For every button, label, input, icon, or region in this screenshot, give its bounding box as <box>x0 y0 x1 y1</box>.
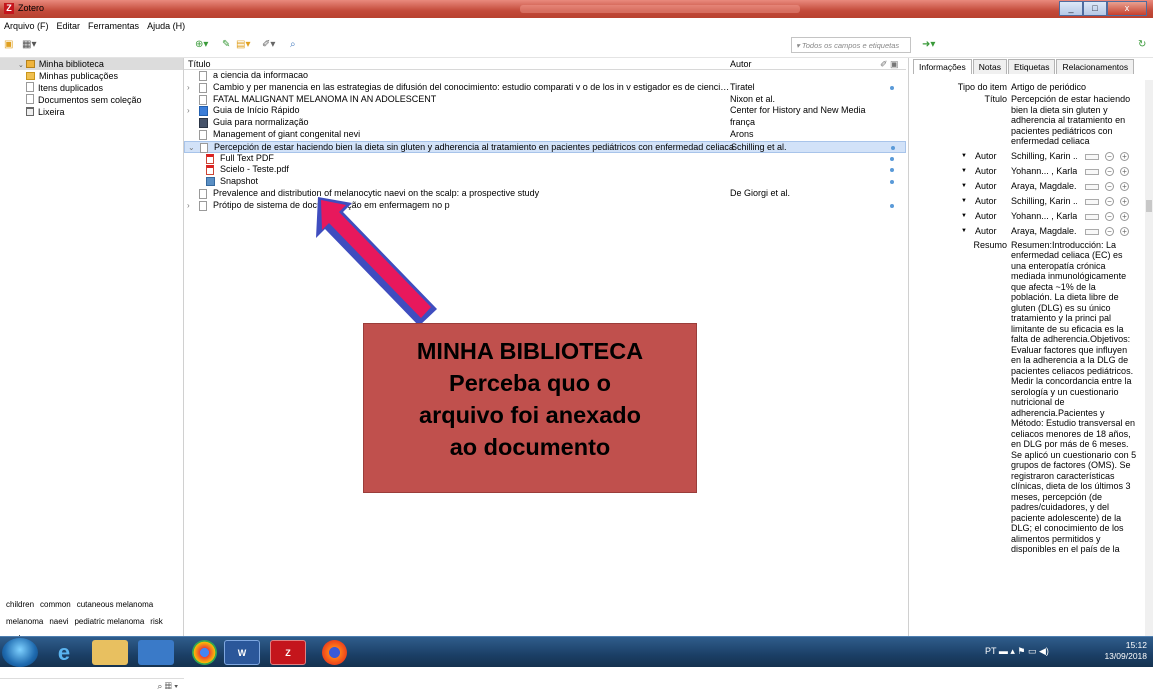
callout-line-1: MINHA BIBLIOTECA <box>416 338 644 364</box>
word-icon[interactable]: W <box>224 640 260 665</box>
file-explorer-icon[interactable] <box>92 640 128 665</box>
taskbar: e W Z PT ▬ ▴ ⚑ ▭ ◀) 15:12 13/09/2018 <box>0 636 1153 667</box>
callout-line-4: ao documento <box>449 434 611 460</box>
media-player-icon[interactable] <box>138 640 174 665</box>
pink-arrow <box>321 200 431 318</box>
language-indicator[interactable]: PT <box>985 646 996 656</box>
callout-line-2: Perceba quo o <box>449 370 611 396</box>
internet-explorer-icon[interactable]: e <box>46 640 82 665</box>
firefox-icon[interactable] <box>322 640 347 665</box>
clock-date: 13/09/2018 <box>1104 651 1147 661</box>
annotation-callout: MINHA BIBLIOTECA Perceba quo o arquivo f… <box>363 323 697 493</box>
tag-search-bar[interactable]: ⌕ ▦ ▾ <box>0 678 184 694</box>
clock-time: 15:12 <box>1125 640 1147 650</box>
start-button[interactable] <box>2 638 38 667</box>
tray-icons[interactable]: ▬ ▴ ⚑ ▭ ◀) <box>999 646 1049 656</box>
tag-search-icon[interactable]: ⌕ ▦ ▾ <box>157 681 178 692</box>
chrome-icon[interactable] <box>192 640 217 665</box>
clock[interactable]: 15:12 13/09/2018 <box>1104 640 1147 662</box>
zotero-taskbar-icon[interactable]: Z <box>270 640 306 665</box>
system-tray: PT ▬ ▴ ⚑ ▭ ◀) <box>985 646 1049 657</box>
callout-line-3: arquivo foi anexado <box>419 402 641 428</box>
